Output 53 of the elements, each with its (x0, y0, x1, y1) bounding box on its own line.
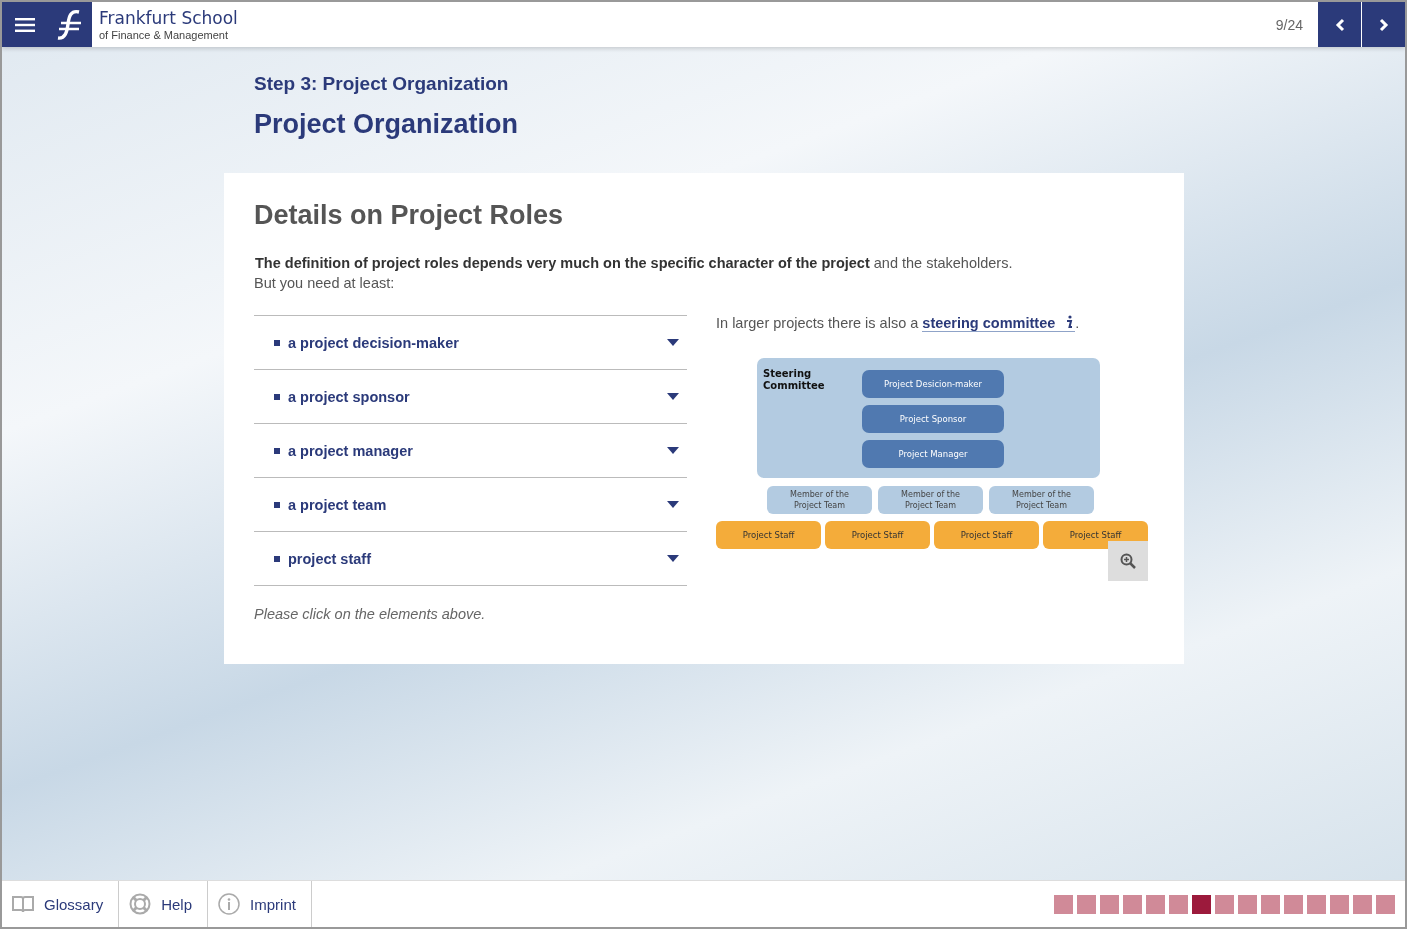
caret-down-icon (667, 339, 679, 346)
bullet-icon (274, 393, 280, 400)
page-title: Project Organization (254, 109, 520, 140)
intro-text: The definition of project roles depends very much on the specific character of the project and the stakeholders. (255, 255, 1014, 271)
staff-box: Project Staff (716, 521, 821, 549)
book-icon (12, 895, 34, 913)
caret-down-icon (667, 447, 679, 454)
info-icon (1065, 315, 1074, 329)
lifebuoy-icon (129, 893, 152, 915)
accordion-item[interactable]: project staff (254, 532, 687, 586)
bullet-icon (274, 447, 280, 454)
zoom-in-icon (1120, 553, 1136, 569)
role-box: Project Manager (862, 440, 1004, 468)
previous-button[interactable] (1317, 2, 1361, 47)
menu-button[interactable] (2, 2, 48, 47)
aside-text: . (1075, 315, 1080, 331)
team-member-box: Member of the Project Team (989, 486, 1094, 514)
hint-text: Please click on the elements above. (254, 606, 487, 622)
role-box: Project Sponsor (862, 405, 1004, 433)
chevron-right-icon (1378, 17, 1389, 32)
intro-text: But you need at least: (254, 275, 396, 291)
footer-link[interactable]: Glossary (2, 881, 120, 927)
staff-box: Project Staff (825, 521, 930, 549)
aside-text: In larger projects there is also a (716, 315, 919, 331)
team-member-box: Member of the Project Team (767, 486, 872, 514)
caret-down-icon (667, 501, 679, 508)
footer-link[interactable]: Help (119, 881, 209, 927)
section-heading: Details on Project Roles (254, 199, 565, 231)
bullet-icon (274, 555, 280, 562)
chevron-left-icon (1334, 17, 1345, 32)
role-box: Project Desicion-maker (862, 370, 1004, 398)
committee-label: Steering Committee (763, 368, 826, 393)
accordion-item[interactable]: a project sponsor (254, 370, 687, 424)
bullet-icon (274, 501, 280, 508)
menu-icon (15, 17, 35, 32)
footer-link[interactable]: Imprint (208, 881, 312, 927)
info-icon (218, 893, 241, 915)
step-title: Step 3: Project Organization (254, 73, 510, 95)
progress-step[interactable] (1192, 894, 1211, 914)
accordion-item[interactable]: a project team (254, 478, 687, 532)
brand-tagline: of Finance & Management (99, 29, 230, 41)
page-counter: 9/24 (1275, 16, 1303, 33)
term-link[interactable]: steering committee (922, 315, 1076, 332)
bullet-icon (274, 339, 280, 346)
next-button[interactable] (1361, 2, 1405, 47)
accordion-item[interactable]: a project manager (254, 424, 687, 478)
zoom-button[interactable] (1108, 541, 1148, 581)
brand-name: Frankfurt School (99, 8, 238, 29)
caret-down-icon (667, 393, 679, 400)
team-member-box: Member of the Project Team (878, 486, 983, 514)
caret-down-icon (667, 555, 679, 562)
staff-box: Project Staff (934, 521, 1039, 549)
accordion-item[interactable]: a project decision-maker (254, 316, 687, 370)
